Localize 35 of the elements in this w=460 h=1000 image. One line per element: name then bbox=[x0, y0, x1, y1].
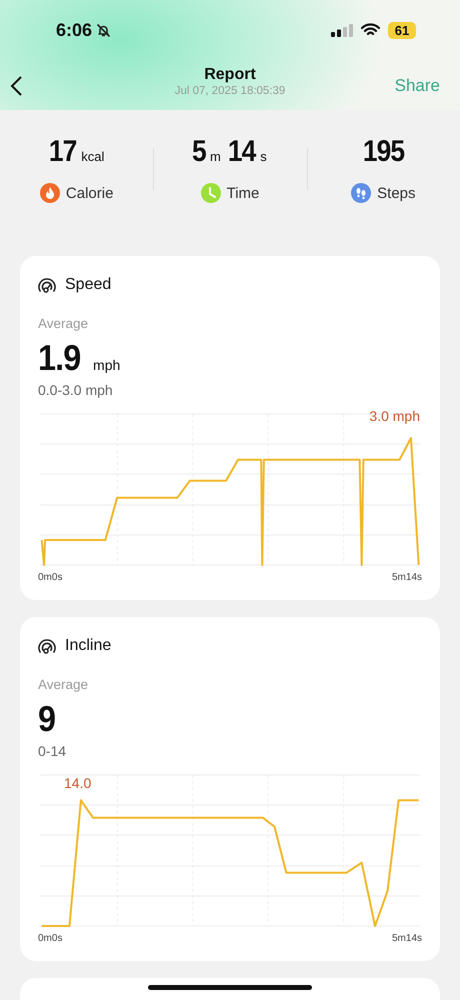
average-label: Average bbox=[38, 316, 90, 332]
stat-unit: kcal bbox=[81, 149, 104, 164]
stat-value: 14 bbox=[228, 135, 256, 169]
axis-label: 5m14s bbox=[392, 572, 422, 582]
wifi-icon bbox=[361, 23, 380, 37]
gauge-icon bbox=[38, 638, 56, 654]
battery-level: 61 bbox=[388, 22, 416, 38]
signal-icon bbox=[331, 24, 353, 36]
stat-value: 17 bbox=[48, 135, 76, 169]
axis-label: 0m0s bbox=[38, 932, 62, 944]
page-title: Report bbox=[204, 66, 256, 84]
stat-label: Time bbox=[226, 184, 260, 202]
stat-label: Calorie bbox=[66, 184, 114, 202]
range-text: 0-14 bbox=[38, 742, 68, 760]
share-button[interactable]: Share bbox=[394, 76, 440, 96]
stat-value: 5 bbox=[192, 135, 206, 169]
stat-unit: m bbox=[210, 149, 221, 164]
card-title: Incline bbox=[65, 637, 112, 655]
average-label: Average bbox=[38, 677, 90, 693]
clock-time: 6:06 bbox=[56, 20, 92, 40]
gauge-icon bbox=[38, 278, 56, 292]
axis-label: 5m14s bbox=[392, 932, 422, 944]
bell-slash-icon bbox=[96, 22, 112, 38]
peak-label: 3.0 mph bbox=[369, 408, 420, 424]
report-date: Jul 07, 2025 18:05:39 bbox=[174, 84, 286, 99]
peak-label: 14.0 bbox=[64, 775, 92, 791]
unit-label: mph bbox=[93, 357, 120, 373]
stat-unit: s bbox=[260, 149, 267, 164]
card-title: Speed bbox=[65, 276, 112, 294]
average-value: 9 bbox=[38, 701, 56, 737]
stat-value: 195 bbox=[362, 135, 404, 169]
stat-label: Steps bbox=[377, 184, 416, 202]
average-value: 1.9 bbox=[38, 340, 80, 376]
range-text: 0.0-3.0 mph bbox=[38, 381, 114, 399]
axis-label: 0m0s bbox=[38, 572, 62, 582]
